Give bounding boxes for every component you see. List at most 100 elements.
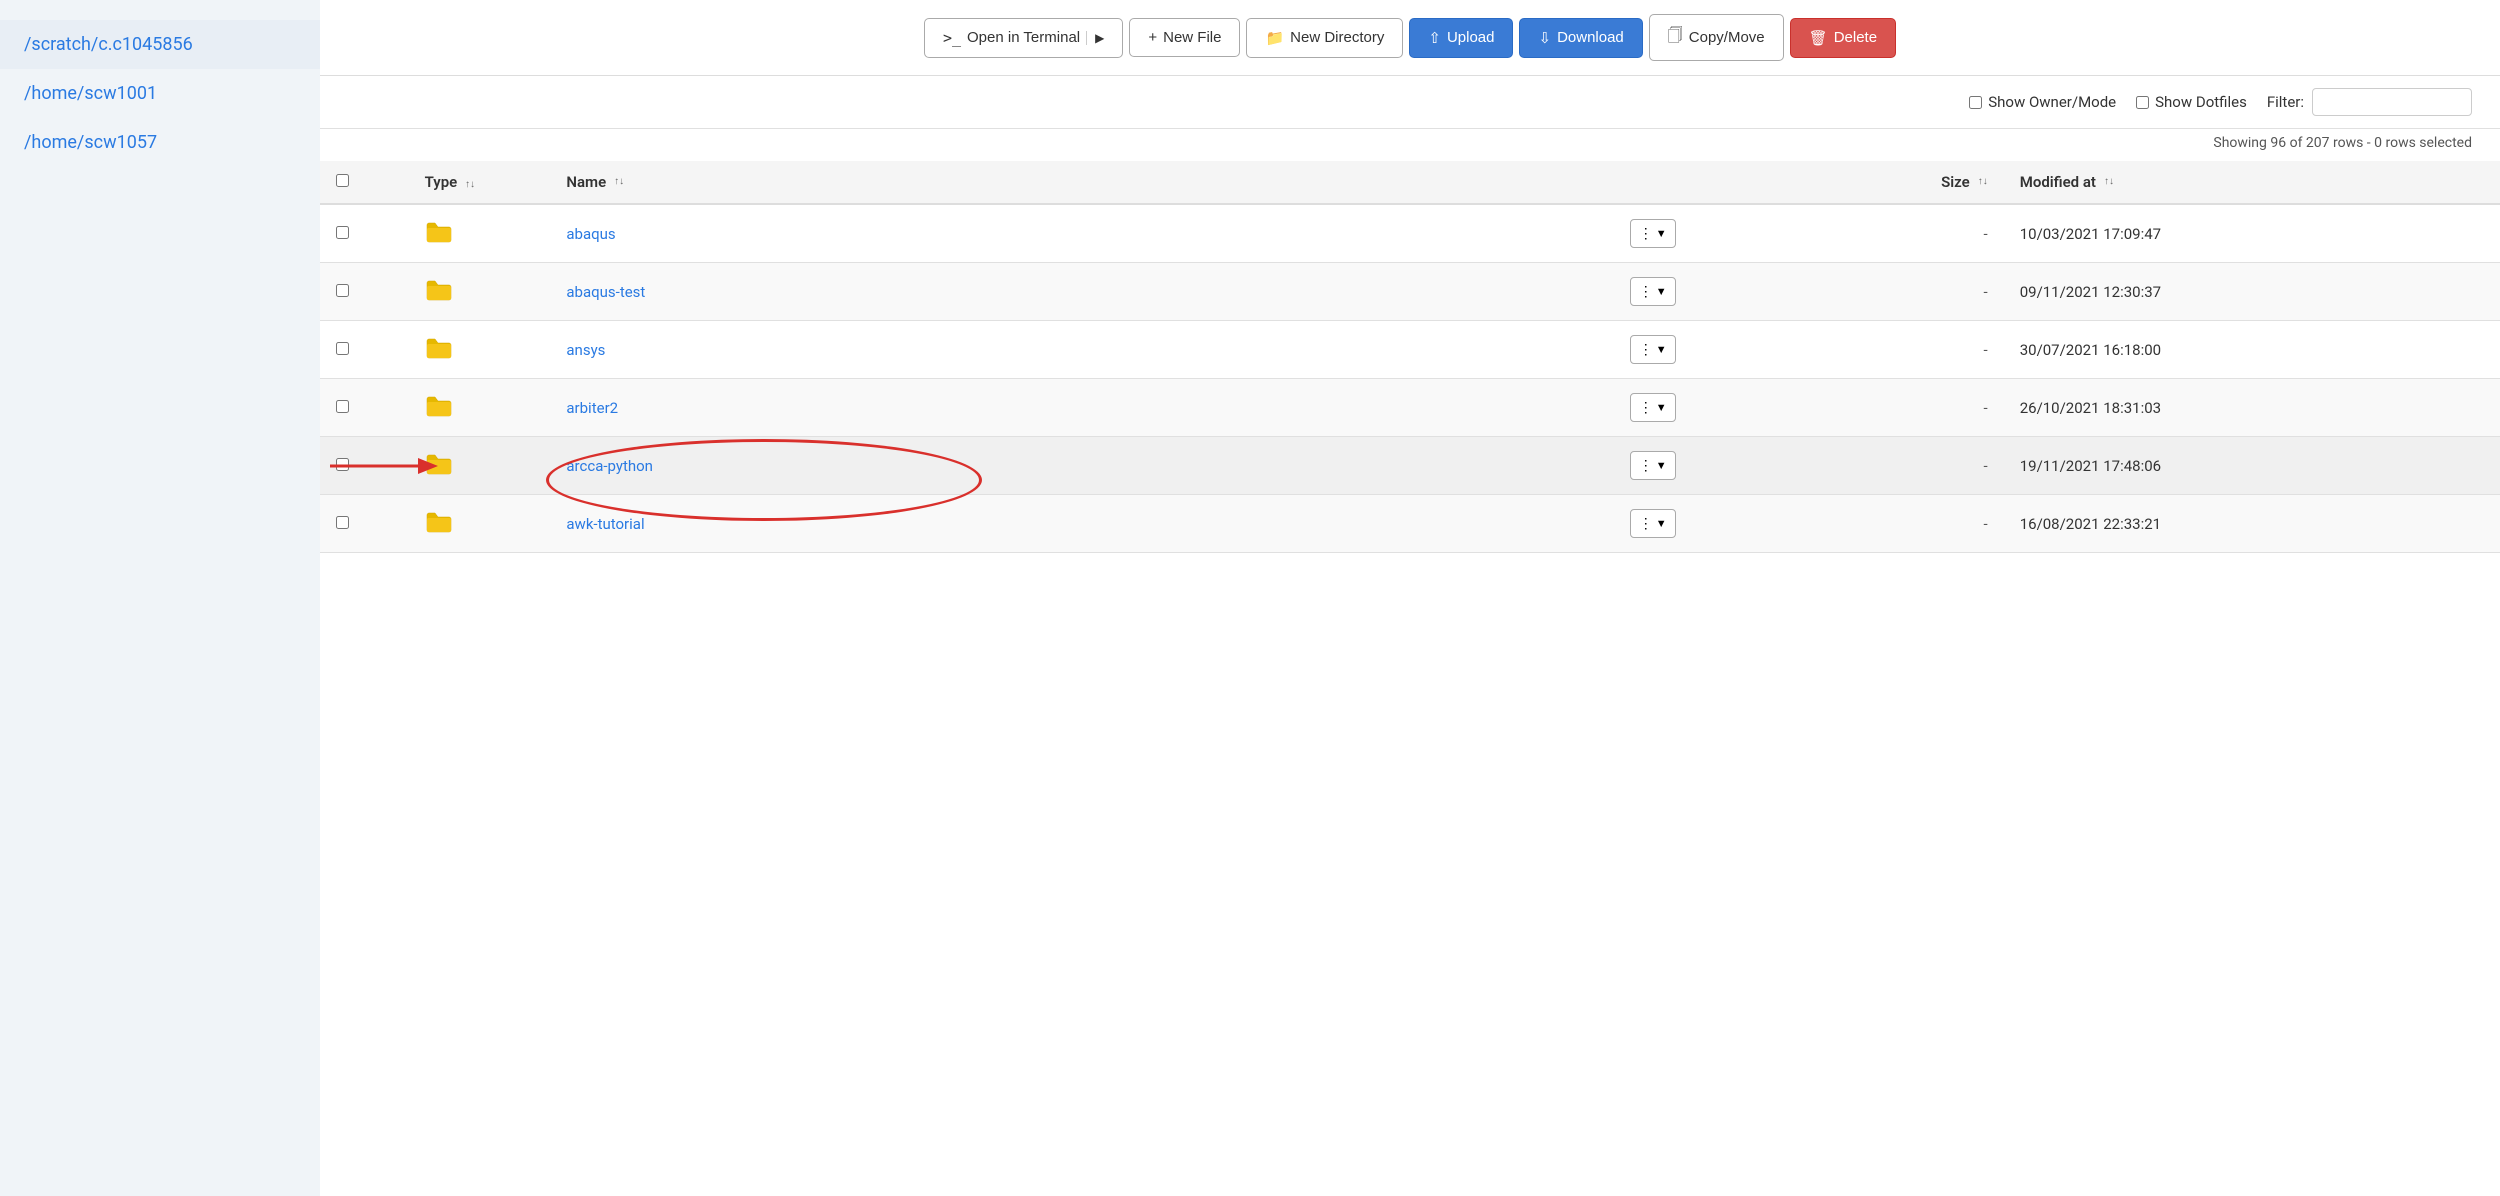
header-actions-col (1614, 161, 1756, 204)
folder-icon (425, 511, 453, 533)
show-dotfiles-checkbox-label[interactable]: Show Dotfiles (2136, 93, 2247, 111)
upload-icon: ⇧ (1428, 29, 1441, 47)
show-owner-mode-checkbox-label[interactable]: Show Owner/Mode (1969, 93, 2116, 111)
options-bar: Show Owner/Mode Show Dotfiles Filter: (320, 76, 2500, 129)
table-row: arcca-python ⋮ ▼ -19/11/2021 17:48:06 (320, 437, 2500, 495)
row-checkbox-cell (320, 437, 409, 495)
table-row: abaqus ⋮ ▼ -10/03/2021 17:09:47 (320, 204, 2500, 263)
row-size-cell: - (1756, 321, 2004, 379)
row-actions-cell: ⋮ ▼ (1614, 379, 1756, 437)
header-size-col[interactable]: Size ↑↓ (1756, 161, 2004, 204)
file-link[interactable]: ansys (566, 341, 605, 359)
sidebar-item-home-scw1001[interactable]: /home/scw1001 (0, 69, 320, 118)
terminal-arrow-icon: ▶ (1086, 31, 1104, 45)
row-action-button[interactable]: ⋮ ▼ (1630, 219, 1676, 248)
row-modified-cell: 16/08/2021 22:33:21 (2004, 495, 2500, 553)
main-content: >_ Open in Terminal ▶ + New File 📁 New D… (320, 0, 2500, 1196)
folder-icon (425, 453, 453, 475)
show-dotfiles-checkbox[interactable] (2136, 96, 2149, 109)
show-owner-mode-checkbox[interactable] (1969, 96, 1982, 109)
row-actions-cell: ⋮ ▼ (1614, 495, 1756, 553)
sidebar-item-scratch[interactable]: /scratch/c.c1045856 (0, 20, 320, 69)
row-type-cell (409, 495, 551, 553)
row-action-button[interactable]: ⋮ ▼ (1630, 335, 1676, 364)
size-sort-icons: ↑↓ (1978, 177, 1988, 187)
row-type-cell (409, 321, 551, 379)
type-sort-icons: ↑↓ (465, 180, 475, 190)
folder-icon (425, 337, 453, 359)
row-type-cell (409, 263, 551, 321)
select-all-checkbox[interactable] (336, 174, 349, 187)
delete-button[interactable]: 🗑 Delete (1790, 18, 1896, 58)
file-link[interactable]: arbiter2 (566, 399, 618, 417)
table-row: awk-tutorial ⋮ ▼ -16/08/2021 22:33:21 (320, 495, 2500, 553)
row-name-cell: arbiter2 (550, 379, 1613, 437)
row-checkbox-cell (320, 379, 409, 437)
row-checkbox[interactable] (336, 342, 349, 355)
terminal-icon: >_ (943, 29, 961, 47)
name-sort-icons: ↑↓ (614, 177, 624, 187)
table-row: abaqus-test⋮ ▼-09/11/2021 12:30:37 (320, 263, 2500, 321)
filter-label: Filter: (2267, 93, 2304, 111)
row-info: Showing 96 of 207 rows - 0 rows selected (320, 129, 2500, 161)
file-link[interactable]: abaqus (566, 225, 615, 243)
row-action-button[interactable]: ⋮ ▼ (1630, 451, 1676, 480)
file-link[interactable]: abaqus-test (566, 283, 645, 301)
upload-button[interactable]: ⇧ Upload (1409, 18, 1513, 58)
toolbar: >_ Open in Terminal ▶ + New File 📁 New D… (320, 0, 2500, 76)
row-modified-cell: 26/10/2021 18:31:03 (2004, 379, 2500, 437)
row-action-button[interactable]: ⋮ ▼ (1630, 509, 1676, 538)
download-button[interactable]: ⇩ Download (1519, 18, 1642, 58)
table-row: ansys⋮ ▼-30/07/2021 16:18:00 (320, 321, 2500, 379)
row-actions-cell: ⋮ ▼ (1614, 263, 1756, 321)
row-type-cell (409, 379, 551, 437)
table-row: arbiter2 ⋮ ▼ -26/10/2021 18:31:03 (320, 379, 2500, 437)
row-actions-cell: ⋮ ▼ (1614, 204, 1756, 263)
row-actions-cell: ⋮ ▼ (1614, 437, 1756, 495)
file-link[interactable]: awk-tutorial (566, 515, 644, 533)
row-name-cell: abaqus (550, 204, 1613, 263)
row-size-cell: - (1756, 437, 2004, 495)
trash-icon: 🗑 (1809, 29, 1828, 47)
row-checkbox[interactable] (336, 226, 349, 239)
row-type-cell (409, 204, 551, 263)
header-modified-col[interactable]: Modified at ↑↓ (2004, 161, 2500, 204)
folder-icon (425, 395, 453, 417)
copy-move-button[interactable]: 🗍 Copy/Move (1649, 14, 1784, 61)
new-file-button[interactable]: + New File (1129, 18, 1240, 57)
row-checkbox-cell (320, 263, 409, 321)
row-name-cell: abaqus-test (550, 263, 1613, 321)
folder-icon (425, 221, 453, 243)
file-table: Type ↑↓ Name ↑↓ Size (320, 161, 2500, 553)
row-action-button[interactable]: ⋮ ▼ (1630, 277, 1676, 306)
new-directory-button[interactable]: 📁 New Directory (1246, 18, 1403, 58)
annotated-row-wrapper: arcca-python (566, 457, 653, 475)
table-header-row: Type ↑↓ Name ↑↓ Size (320, 161, 2500, 204)
row-checkbox[interactable] (336, 458, 349, 471)
modified-sort-icons: ↑↓ (2104, 177, 2114, 187)
row-type-cell (409, 437, 551, 495)
file-link[interactable]: arcca-python (566, 457, 653, 475)
open-terminal-button[interactable]: >_ Open in Terminal ▶ (924, 18, 1123, 58)
header-name-col[interactable]: Name ↑↓ (550, 161, 1613, 204)
header-checkbox-col (320, 161, 409, 204)
sidebar-item-home-scw1057[interactable]: /home/scw1057 (0, 118, 320, 167)
filter-input[interactable] (2312, 88, 2472, 116)
row-size-cell: - (1756, 204, 2004, 263)
plus-icon: + (1148, 29, 1157, 46)
row-checkbox[interactable] (336, 516, 349, 529)
row-modified-cell: 10/03/2021 17:09:47 (2004, 204, 2500, 263)
row-size-cell: - (1756, 495, 2004, 553)
row-size-cell: - (1756, 379, 2004, 437)
row-checkbox[interactable] (336, 400, 349, 413)
row-action-button[interactable]: ⋮ ▼ (1630, 393, 1676, 422)
row-modified-cell: 19/11/2021 17:48:06 (2004, 437, 2500, 495)
header-type-col[interactable]: Type ↑↓ (409, 161, 551, 204)
filter-section: Filter: (2267, 88, 2472, 116)
copy-icon: 🗍 (1668, 25, 1683, 50)
row-name-cell: awk-tutorial (550, 495, 1613, 553)
folder-icon (425, 279, 453, 301)
folder-plus-icon: 📁 (1265, 29, 1284, 47)
row-checkbox[interactable] (336, 284, 349, 297)
sidebar: /scratch/c.c1045856 /home/scw1001 /home/… (0, 0, 320, 1196)
